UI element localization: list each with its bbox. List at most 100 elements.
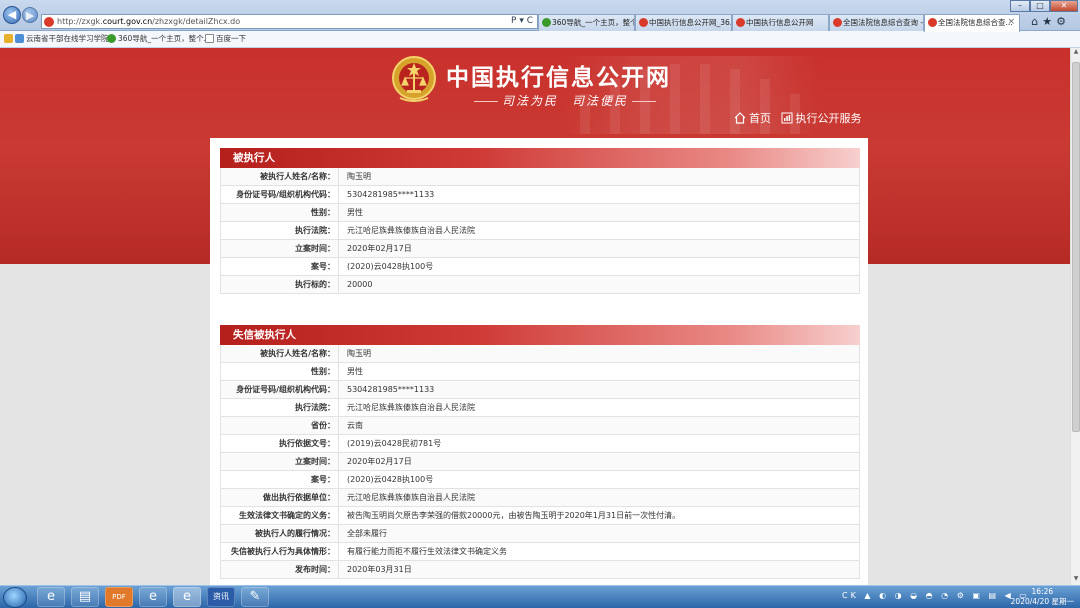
page-icon — [15, 34, 24, 43]
table-row: 身份证号码/组织机构代码： 5304281985****1133 — [220, 381, 860, 399]
scroll-thumb[interactable] — [1072, 62, 1080, 432]
favorite-baidu[interactable]: 百度一下 — [205, 31, 246, 47]
back-arrow-icon[interactable]: ◀ — [3, 6, 21, 24]
page-scrollbar[interactable]: ▲ ▼ — [1070, 48, 1080, 585]
tab-360-nav[interactable]: 360导航_一个主页，整个... — [538, 14, 635, 31]
tab-label: 全国法院信息综合查... — [938, 18, 1013, 27]
row-value: 陶玉明 — [338, 345, 859, 362]
favorite-yunnan-learning[interactable]: 云南省干部在线学习学院 — [4, 31, 109, 47]
scroll-down-icon[interactable]: ▼ — [1072, 575, 1080, 585]
minimize-icon[interactable]: – — [1010, 0, 1030, 12]
court-favicon-icon — [833, 18, 842, 27]
system-tray-icons[interactable]: CK ▲ ◐ ◑ ◒ ◓ ◔ ⚙ ▣ ▤ ◀ ▭ — [842, 591, 1030, 600]
table-row: 被执行人的履行情况： 全部未履行 — [220, 525, 860, 543]
row-label: 执行依据文号： — [279, 439, 335, 448]
favorites-bar: 云南省干部在线学习学院 360导航_一个主页，整个... 百度一下 — [0, 31, 1080, 48]
row-label: 做出执行依据单位： — [263, 493, 335, 502]
table-row: 执行法院： 元江哈尼族彝族傣族自治县人民法院 — [220, 399, 860, 417]
maximize-icon[interactable]: □ — [1030, 0, 1050, 12]
table-row: 生效法律文书确定的义务： 被告陶玉明尚欠原告李荣强的借款20000元，由被告陶玉明… — [220, 507, 860, 525]
table-row: 身份证号码/组织机构代码： 5304281985****1133 — [220, 186, 860, 204]
table-row: 执行依据文号： (2019)云0428民初781号 — [220, 435, 860, 453]
site-favicon-icon — [44, 17, 54, 27]
row-label: 身份证号码/组织机构代码： — [236, 385, 335, 394]
star-icon — [4, 34, 13, 43]
tab-label: 中国执行信息公开网 — [746, 18, 814, 27]
row-label: 执行法院： — [295, 226, 335, 235]
nav-label: 执行公开服务 — [795, 112, 862, 125]
row-label: 省份： — [311, 421, 335, 430]
favorite-label: 360导航_一个主页，整个... — [118, 34, 211, 43]
row-value: 2020年02月17日 — [338, 240, 859, 257]
tab-label: 360导航_一个主页，整个... — [552, 18, 634, 27]
taskbar-ie-icon[interactable]: e — [37, 587, 65, 607]
windows-taskbar: e ▤ PDF e e 资讯 ✎ CK ▲ ◐ ◑ ◒ ◓ ◔ ⚙ ▣ ▤ ◀ … — [0, 585, 1080, 608]
nav-home[interactable]: 首页 — [734, 110, 771, 126]
clock-time: 16:26 — [1031, 587, 1054, 596]
row-value: 元江哈尼族彝族傣族自治县人民法院 — [338, 399, 859, 416]
section-dishonest-table: 被执行人姓名/名称： 陶玉明 性别： 男性 身份证号码/组织机构代码： 5304281… — [220, 345, 860, 579]
browser-titlebar: ◀ ▶ http://zxgk.court.gov.cn/zhzxgk/deta… — [0, 0, 1080, 32]
scroll-up-icon[interactable]: ▲ — [1072, 48, 1080, 58]
tab-zxgk-360[interactable]: 中国执行信息公开网_36... — [635, 14, 732, 31]
clock-date: 2020/4/20 星期一 — [1010, 597, 1074, 606]
table-row: 案号： (2020)云0428执100号 — [220, 471, 860, 489]
row-value: 男性 — [338, 204, 859, 221]
taskbar-ie-active-icon[interactable]: e — [173, 587, 201, 607]
forward-arrow-icon[interactable]: ▶ — [22, 7, 38, 23]
nav-label: 首页 — [749, 112, 771, 125]
nav-execution-service[interactable]: 执行公开服务 — [781, 110, 862, 126]
taskbar-explorer-icon[interactable]: ▤ — [71, 587, 99, 607]
row-value: 有履行能力而拒不履行生效法律文书确定义务 — [338, 543, 859, 560]
table-row: 性别： 男性 — [220, 363, 860, 381]
360-icon — [107, 34, 116, 43]
row-label: 生效法律文书确定的义务： — [239, 511, 335, 520]
address-bar[interactable]: http://zxgk.court.gov.cn/zhzxgk/detailZh… — [41, 14, 538, 29]
court-favicon-icon — [736, 18, 745, 27]
home-favorites-settings-icons[interactable]: ⌂★⚙ — [1031, 15, 1070, 28]
tab-zxgk[interactable]: 中国执行信息公开网 — [732, 14, 829, 31]
taskbar-news-icon[interactable]: 资讯 — [207, 587, 235, 607]
tab-court-query-active[interactable]: 全国法院信息综合查... × — [924, 14, 1020, 32]
taskbar-pdf-icon[interactable]: PDF — [105, 587, 133, 607]
row-label: 被执行人的履行情况： — [255, 529, 335, 538]
clock[interactable]: 16:26 2020/4/20 星期一 — [1011, 587, 1074, 607]
row-value: (2020)云0428执100号 — [338, 258, 859, 275]
row-label: 发布时间： — [295, 565, 335, 574]
search-refresh-icon[interactable]: P ▾ C — [511, 15, 533, 28]
url-suffix: /zhzxgk/detailZhcx.do — [152, 17, 241, 26]
favorite-360-nav[interactable]: 360导航_一个主页，整个... — [107, 31, 211, 47]
row-value: 20000 — [338, 276, 859, 293]
table-row: 发布时间： 2020年03月31日 — [220, 561, 860, 579]
result-content: 被执行人 被执行人姓名/名称： 陶玉明 身份证号码/组织机构代码： 53042819… — [210, 138, 868, 585]
start-button[interactable] — [3, 587, 27, 608]
row-value: 2020年02月17日 — [338, 453, 859, 470]
court-emblem-icon — [392, 56, 436, 102]
close-tab-icon[interactable]: × — [1007, 15, 1015, 30]
close-window-icon[interactable]: ✕ — [1050, 0, 1078, 12]
table-row: 立案时间： 2020年02月17日 — [220, 240, 860, 258]
row-label: 执行标的： — [295, 280, 335, 289]
table-row: 执行标的： 20000 — [220, 276, 860, 294]
table-row: 被执行人姓名/名称： 陶玉明 — [220, 345, 860, 363]
home-icon — [734, 112, 746, 124]
bar-chart-icon — [781, 112, 792, 124]
taskbar-ie2-icon[interactable]: e — [139, 587, 167, 607]
court-favicon-icon — [928, 18, 937, 27]
tab-label: 中国执行信息公开网_36... — [649, 18, 732, 27]
row-label: 执行法院： — [295, 403, 335, 412]
taskbar-paint-icon[interactable]: ✎ — [241, 587, 269, 607]
favorite-label: 百度一下 — [216, 34, 246, 43]
row-value: 被告陶玉明尚欠原告李荣强的借款20000元，由被告陶玉明于2020年1月31日前… — [338, 507, 859, 524]
table-row: 立案时间： 2020年02月17日 — [220, 453, 860, 471]
row-label: 性别： — [311, 208, 335, 217]
row-value: (2020)云0428执100号 — [338, 471, 859, 488]
site-slogan: 司法为民 司法便民 — [470, 92, 660, 109]
row-label: 案号： — [311, 262, 335, 271]
row-value: 陶玉明 — [338, 168, 859, 185]
row-value: 云南 — [338, 417, 859, 434]
tab-court-query-1[interactable]: 全国法院信息综合查询 -... — [829, 14, 924, 31]
row-label: 案号： — [311, 475, 335, 484]
row-value: 元江哈尼族彝族傣族自治县人民法院 — [338, 222, 859, 239]
row-label: 失信被执行人行为具体情形： — [231, 547, 335, 556]
